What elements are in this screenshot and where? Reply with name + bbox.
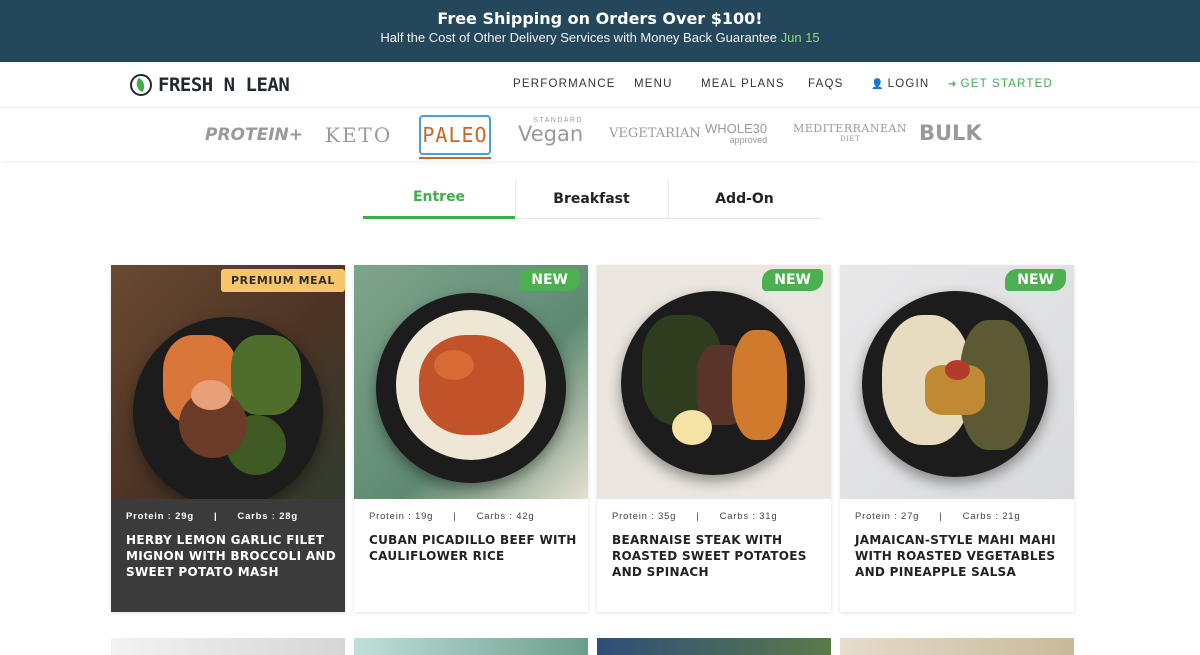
meal-photo: PREMIUM MEAL [111, 265, 345, 499]
meal-macros: Protein : 29g | Carbs : 28g [126, 511, 298, 522]
promo-subtext: Half the Cost of Other Delivery Services… [0, 30, 1200, 45]
meal-macros: Protein : 35g | Carbs : 31g [612, 511, 777, 522]
meal-protein: Protein : 35g [612, 511, 677, 522]
promo-headline: Free Shipping on Orders Over $100! [437, 9, 763, 28]
meal-carbs: Carbs : 28g [237, 511, 298, 522]
diet-vegetarian[interactable]: VEGETARIAN [609, 126, 701, 141]
site-header: FRESH N LEAN PERFORMANCE MENU MEAL PLANS… [0, 62, 1200, 108]
promo-date: Jun 15 [780, 30, 820, 45]
tab-add-on[interactable]: Add-On [668, 180, 820, 219]
diet-paleo[interactable]: PALEO [419, 115, 491, 159]
meal-title: CUBAN PICADILLO BEEF WITH CAULIFLOWER RI… [369, 533, 577, 563]
meal-card-peek[interactable] [597, 638, 831, 655]
diet-vegan-label: Vegan [518, 122, 584, 146]
meal-carbs: Carbs : 42g [476, 511, 535, 522]
macro-separator: | [939, 511, 943, 522]
nav-get-started-label: GET STARTED [960, 78, 1054, 90]
promo-banner: Free Shipping on Orders Over $100! Half … [0, 0, 1200, 62]
leaf-icon: ➜ [948, 79, 958, 90]
macro-separator: | [696, 511, 700, 522]
meal-card-peek[interactable] [840, 638, 1074, 655]
nav-get-started[interactable]: ➜ GET STARTED [948, 78, 1053, 90]
meal-carbs: Carbs : 21g [962, 511, 1021, 522]
meal-photo: NEW [354, 265, 588, 499]
meal-macros: Protein : 27g | Carbs : 21g [855, 511, 1020, 522]
meal-card[interactable]: PREMIUM MEAL Protein : 29g | Carbs : 28g H… [111, 265, 345, 612]
nav-performance[interactable]: PERFORMANCE [513, 78, 616, 90]
tab-breakfast[interactable]: Breakfast [515, 180, 667, 219]
meal-protein: Protein : 27g [855, 511, 920, 522]
diet-keto[interactable]: KETO [325, 123, 392, 147]
premium-badge: PREMIUM MEAL [221, 269, 345, 292]
nav-login[interactable]: 👤 LOGIN [871, 78, 929, 90]
nav-faqs[interactable]: FAQS [808, 78, 843, 90]
meal-protein: Protein : 29g [126, 511, 194, 522]
nav-menu[interactable]: MENU [634, 78, 673, 90]
nav-meal-plans[interactable]: MEAL PLANS [701, 78, 785, 90]
diet-mediterranean-small: DIET [839, 135, 861, 143]
meal-title: JAMAICAN-STYLE MAHI MAHI WITH ROASTED VE… [855, 533, 1056, 579]
meal-card[interactable]: NEW Protein : 19g | Carbs : 42g CUBAN PICA… [354, 265, 588, 612]
new-badge: NEW [519, 269, 580, 291]
leaf-logo-icon [130, 74, 152, 96]
meal-photo: NEW [597, 265, 831, 499]
diet-whole30[interactable]: WHOLE30 approved [705, 121, 767, 145]
diet-protein-plus[interactable]: PROTEIN+ [205, 125, 303, 145]
nav-login-label: LOGIN [887, 78, 930, 90]
user-icon: 👤 [871, 79, 885, 90]
meal-card[interactable]: NEW Protein : 27g | Carbs : 21g JAMAICAN-S… [840, 265, 1074, 612]
diet-whole30-small: approved [729, 135, 768, 145]
brand-logo[interactable]: FRESH N LEAN [130, 72, 290, 98]
meal-title: BEARNAISE STEAK WITH ROASTED SWEET POTAT… [612, 533, 807, 579]
meal-card-peek[interactable] [354, 638, 588, 655]
meal-protein: Protein : 19g [369, 511, 434, 522]
new-badge: NEW [1005, 269, 1066, 291]
new-badge: NEW [762, 269, 823, 291]
meal-card-peek[interactable] [111, 638, 345, 655]
meal-photo: NEW [840, 265, 1074, 499]
promo-sub-label: Half the Cost of Other Delivery Services… [380, 30, 777, 45]
meal-macros: Protein : 19g | Carbs : 42g [369, 511, 534, 522]
meal-title: HERBY LEMON GARLIC FILET MIGNON WITH BRO… [126, 533, 337, 579]
logo-text: FRESH N LEAN [158, 74, 290, 96]
diet-mediterranean[interactable]: MEDITERRANEAN DIET [793, 123, 907, 145]
macro-separator: | [453, 511, 457, 522]
diet-bulk[interactable]: BULK [919, 121, 982, 145]
meal-card[interactable]: NEW Protein : 35g | Carbs : 31g BEARNAISE … [597, 265, 831, 612]
tab-entree[interactable]: Entree [363, 180, 515, 219]
diet-filter-bar: PROTEIN+ KETO PALEO STANDARD Vegan VEGET… [0, 109, 1200, 161]
meal-carbs: Carbs : 31g [719, 511, 778, 522]
meal-type-tabs: Entree Breakfast Add-On [363, 180, 821, 219]
diet-whole30-label: WHOLE30 [705, 121, 768, 136]
macro-separator: | [213, 511, 218, 522]
diet-vegan[interactable]: STANDARD Vegan [518, 117, 584, 146]
